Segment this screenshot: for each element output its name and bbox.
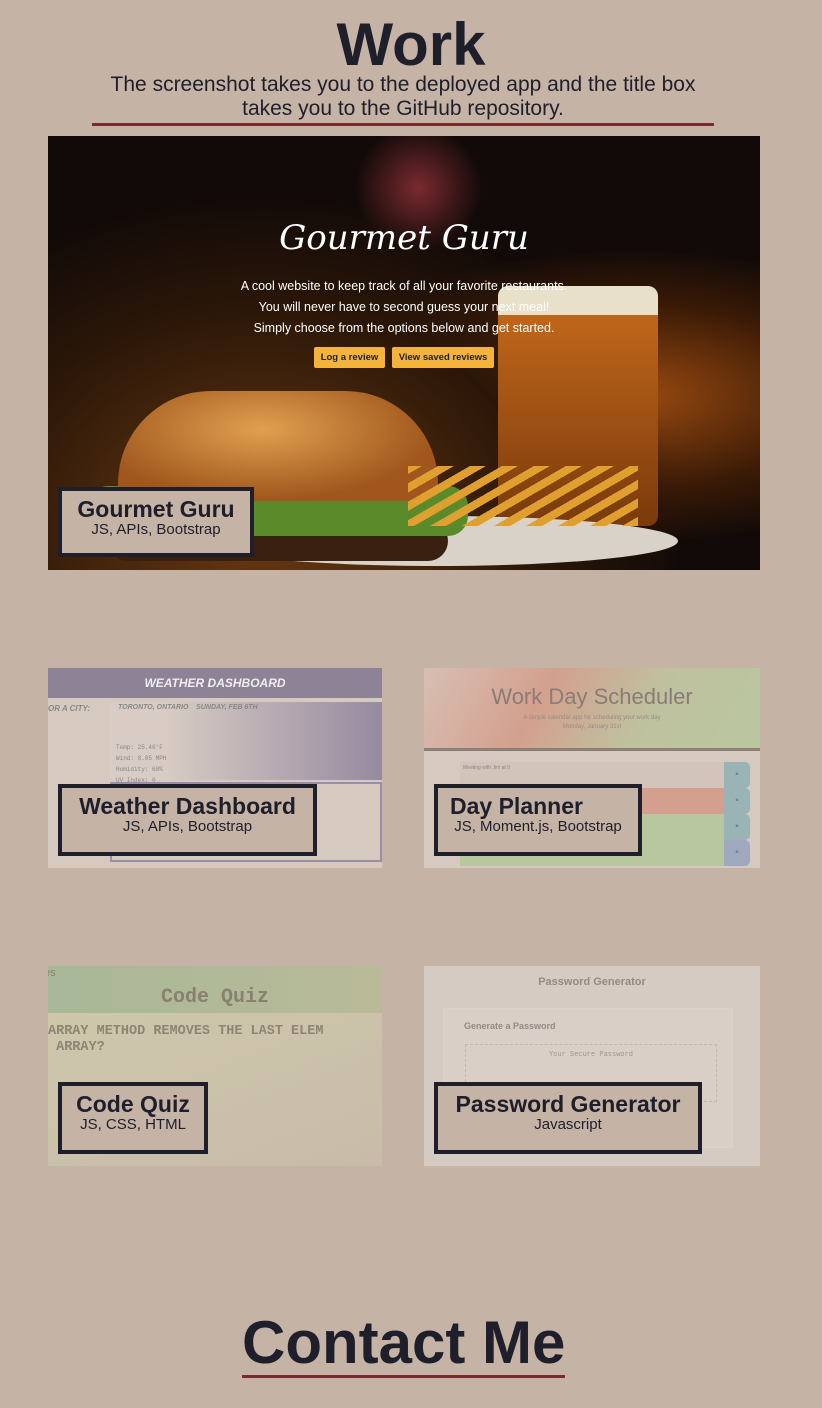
project-title-box-weather-dashboard[interactable]: Weather Dashboard JS, APIs, Bootstrap [58, 784, 317, 856]
project-tech: JS, APIs, Bootstrap [91, 521, 221, 538]
contact-heading: Contact Me [242, 1309, 566, 1378]
preview-heading: Password Generator [538, 976, 646, 988]
fries-image [408, 466, 638, 526]
save-icon: ▪ [724, 814, 750, 840]
preview-heading: Work Day Scheduler [491, 684, 693, 709]
preview-buttons: Log a review View saved reviews [48, 347, 760, 368]
divider [424, 748, 760, 751]
view-saved-reviews-button: View saved reviews [391, 347, 495, 368]
project-title: Day Planner [450, 793, 583, 819]
work-subtitle: The screenshot takes you to the deployed… [92, 73, 714, 126]
preview-corner-text: es [48, 967, 56, 979]
preview-stats: Temp: 25.46°F Wind: 8.05 MPH Humidity: 68%… [116, 744, 167, 784]
project-title: Weather Dashboard [79, 793, 296, 819]
preview-card-title: Generate a Password [464, 1021, 556, 1031]
project-tech: Javascript [534, 1116, 602, 1133]
preview-line: A cool website to keep track of all your… [240, 279, 568, 293]
preview-subheading: A simple calendar app for scheduling you… [523, 715, 661, 730]
project-tech: JS, APIs, Bootstrap [122, 818, 253, 835]
project-title-box-day-planner[interactable]: Day Planner JS, Moment.js, Bootstrap [434, 784, 642, 856]
save-icon: ▪ [724, 762, 750, 788]
preview-line: You will never have to second guess your… [258, 300, 550, 314]
project-tech: JS, Moment.js, Bootstrap [454, 818, 622, 835]
save-icon: ▪ [724, 788, 750, 814]
preview-search-label: OR A CITY: [48, 704, 91, 713]
project-title-box-code-quiz[interactable]: Code Quiz JS, CSS, HTML [58, 1082, 208, 1154]
preview-heading: Gourmet Guru [279, 218, 529, 258]
preview-question: ARRAY METHOD REMOVES THE LAST ELEM ARRAY… [48, 1024, 324, 1055]
project-title: Password Generator [455, 1091, 681, 1117]
project-title-box-gourmet-guru[interactable]: Gourmet Guru JS, APIs, Bootstrap [58, 487, 254, 557]
bun-image [118, 391, 438, 501]
project-title-box-password-generator[interactable]: Password Generator Javascript [434, 1082, 702, 1154]
preview-heading: WEATHER DASHBOARD [48, 668, 382, 698]
project-title: Code Quiz [76, 1091, 190, 1117]
preview-city: TORONTO, ONTARIO SUNDAY, FEB 6TH [118, 704, 258, 711]
save-icon: ▪ [724, 840, 750, 866]
work-heading: Work [336, 11, 486, 78]
project-tech: JS, CSS, HTML [80, 1116, 186, 1133]
log-review-button: Log a review [313, 347, 386, 368]
preview-line: Simply choose from the options below and… [253, 321, 555, 335]
preview-description: A cool website to keep track of all your… [48, 276, 760, 339]
preview-heading: Code Quiz [160, 986, 270, 1009]
project-title: Gourmet Guru [77, 496, 235, 522]
